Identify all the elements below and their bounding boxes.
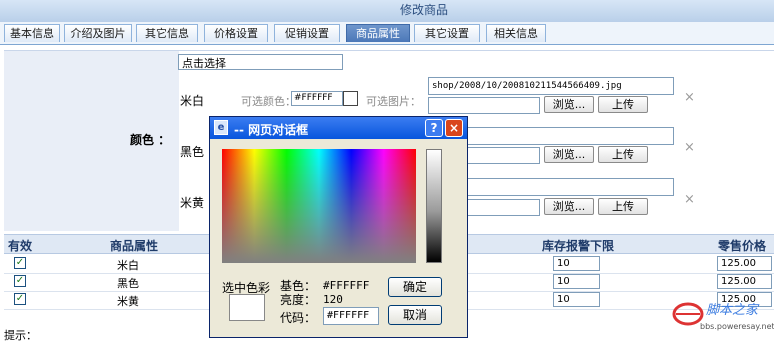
color-swatch-button[interactable] [343, 91, 358, 106]
code-label: 代码： [280, 311, 317, 325]
dialog-title: -- 网页对话框 [234, 123, 309, 137]
color-option-name: 黑色 [180, 145, 205, 159]
valid-checkbox[interactable]: ✓ [14, 257, 26, 269]
cancel-button[interactable]: 取消 [388, 305, 442, 325]
tab-bar: 基本信息 介绍及图片 其它信息 价格设置 促销设置 商品属性 其它设置 相关信息 [0, 22, 774, 45]
ie-page-icon: e [214, 120, 228, 135]
tip-label: 提示： [4, 329, 37, 342]
brightness-value: 120 [323, 293, 343, 306]
tab-basic-info[interactable]: 基本信息 [4, 24, 60, 42]
upload-button[interactable]: 上传 [598, 146, 648, 163]
image-path-input[interactable]: shop/2008/10/200810211544566409.jpg [428, 77, 674, 95]
delete-color-button[interactable]: × [684, 90, 695, 105]
tab-price-settings[interactable]: 价格设置 [204, 24, 268, 42]
valid-checkbox[interactable]: ✓ [14, 293, 26, 305]
file-input[interactable] [428, 97, 540, 114]
tab-related-info[interactable]: 相关信息 [486, 24, 546, 42]
window-title: 修改商品 [400, 3, 449, 17]
upload-button[interactable]: 上传 [598, 96, 648, 113]
valid-checkbox[interactable]: ✓ [14, 275, 26, 287]
close-button[interactable]: × [445, 119, 463, 137]
color-dialog: e -- 网页对话框 ? × 选中色彩 基色： #FFFFFF 亮度： 120 … [209, 116, 468, 338]
header-price: 零售价格 [718, 239, 767, 253]
price-input[interactable]: 125.00 [717, 256, 772, 271]
delete-color-button[interactable]: × [684, 140, 695, 155]
tab-promotion-settings[interactable]: 促销设置 [274, 24, 340, 42]
tab-product-attributes[interactable]: 商品属性 [346, 24, 410, 42]
help-button[interactable]: ? [425, 119, 443, 137]
dialog-titlebar: e -- 网页对话框 ? × [210, 117, 467, 139]
color-hex-input[interactable]: #FFFFFF [291, 91, 343, 106]
tab-intro-images[interactable]: 介绍及图片 [64, 24, 132, 42]
color-option-name: 米白 [180, 94, 205, 108]
color-code-input[interactable]: #FFFFFF [323, 307, 379, 325]
selected-color-swatch [229, 294, 265, 321]
tab-other-settings[interactable]: 其它设置 [414, 24, 480, 42]
header-stock-alert: 库存报警下限 [542, 239, 615, 253]
browse-button[interactable]: 浏览... [544, 96, 594, 113]
attribute-name: 黑色 [117, 277, 139, 290]
base-color-value: #FFFFFF [323, 279, 370, 292]
browse-button[interactable]: 浏览... [544, 146, 594, 163]
tab-other-info[interactable]: 其它信息 [136, 24, 198, 42]
upload-button[interactable]: 上传 [598, 198, 648, 215]
window-titlebar: 修改商品 [0, 0, 774, 22]
stock-alert-input[interactable]: 10 [553, 256, 600, 271]
optional-color-label: 可选颜色： [241, 95, 296, 108]
delete-color-button[interactable]: × [684, 192, 695, 207]
color-label: 颜色 ： [130, 133, 171, 147]
stock-alert-input[interactable]: 10 [553, 274, 600, 289]
header-attribute: 商品属性 [110, 239, 159, 253]
header-valid: 有效 [8, 239, 33, 253]
browse-button[interactable]: 浏览... [544, 198, 594, 215]
color-picker-field[interactable]: 点击选择 [178, 54, 343, 70]
attribute-name: 米黄 [117, 295, 139, 308]
brightness-label: 亮度： [280, 293, 317, 307]
optional-image-label: 可选图片： [366, 95, 421, 108]
attribute-name: 米白 [117, 259, 139, 272]
color-option-name: 米黄 [180, 196, 205, 210]
price-input[interactable]: 125.00 [717, 274, 772, 289]
stock-alert-input[interactable]: 10 [553, 292, 600, 307]
watermark-title: 脚本之家 [706, 302, 760, 318]
color-spectrum[interactable] [222, 149, 416, 263]
ok-button[interactable]: 确定 [388, 277, 442, 297]
watermark-e-icon: 脚本之家 bbs.poweresay.net [672, 302, 774, 331]
watermark-url: bbs.poweresay.net [700, 322, 774, 331]
watermark-logo: 脚本之家 bbs.poweresay.net [672, 296, 774, 336]
brightness-slider[interactable] [426, 149, 442, 263]
